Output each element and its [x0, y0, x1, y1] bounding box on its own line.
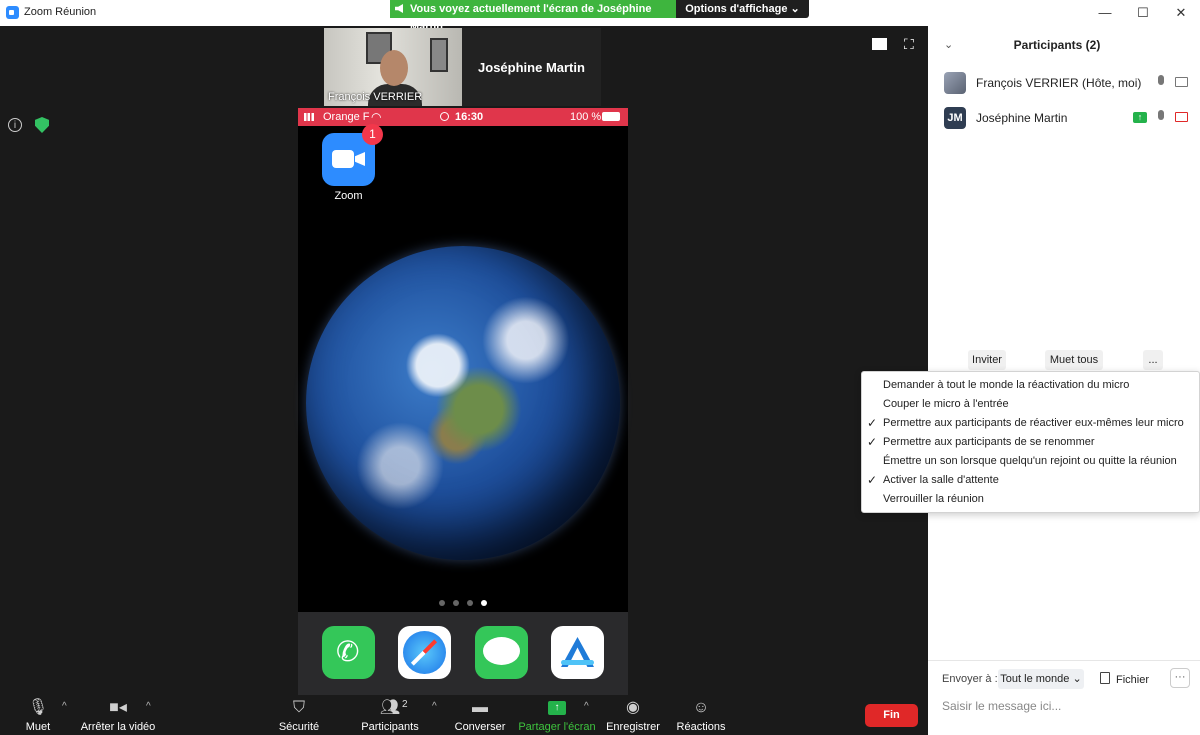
messages-app-icon[interactable]	[475, 626, 528, 679]
check-icon: ✓	[867, 416, 878, 430]
screen-share-icon	[395, 4, 403, 13]
page-dot	[467, 600, 473, 606]
participant-row[interactable]: JM Joséphine Martin ↑	[928, 101, 1200, 135]
share-banner: Vous voyez actuellement l'écran de Josép…	[390, 0, 676, 33]
security-button[interactable]: ⛉ Sécurité	[276, 695, 322, 735]
participant-row[interactable]: François VERRIER (Hôte, moi)	[928, 66, 1200, 100]
window-title: Zoom Réunion	[24, 6, 97, 18]
chevron-down-icon: ⌄	[1072, 673, 1082, 685]
thumbnail-name: François VERRIER	[328, 91, 423, 103]
layout-icon[interactable]	[872, 38, 887, 50]
page-dot	[453, 600, 459, 606]
chat-message-input[interactable]	[942, 696, 1192, 716]
chat-bubble-icon: ▬	[472, 699, 488, 716]
mute-options-chevron-icon[interactable]: ^	[62, 701, 67, 712]
recording-icon	[440, 112, 449, 121]
participant-name: Joséphine Martin	[976, 111, 1068, 125]
menu-item-waiting-room[interactable]: ✓ Activer la salle d'attente	[862, 471, 1199, 490]
notification-badge: 1	[362, 124, 383, 145]
divider	[928, 660, 1200, 661]
avatar: JM	[944, 107, 966, 129]
app-label: Zoom	[334, 190, 363, 202]
carrier-text: Orange F	[323, 111, 370, 123]
maximize-button[interactable]: ☐	[1134, 4, 1152, 22]
participant-avatar	[380, 50, 408, 86]
participants-count: 2	[402, 699, 408, 710]
check-icon: ✓	[867, 435, 878, 449]
video-off-icon[interactable]	[1175, 112, 1188, 122]
meeting-toolbar: 🎙︎ Muet ^ ■◂ Arrêter la vidéo ^ ⛉ Sécuri…	[0, 695, 928, 735]
battery-text: 100 %	[570, 111, 602, 123]
microphone-icon[interactable]	[1158, 110, 1164, 120]
participants-icon: 👥︎	[379, 699, 401, 716]
file-button[interactable]: Fichier	[1100, 672, 1149, 686]
emoji-icon: ☺	[692, 699, 710, 716]
participant-name: François VERRIER (Hôte, moi)	[976, 76, 1142, 90]
microphone-icon: 🎙︎	[27, 699, 49, 716]
app-icon[interactable]	[551, 626, 604, 679]
screen-share-icon: ↑	[1133, 112, 1147, 123]
zoom-logo-icon	[6, 6, 19, 19]
menu-item-lock-meeting[interactable]: Verrouiller la réunion	[862, 490, 1199, 509]
menu-item-play-sound[interactable]: Émettre un son lorsque quelqu'un rejoint…	[862, 452, 1199, 471]
participants-options-chevron-icon[interactable]: ^	[432, 701, 437, 712]
collapse-chevron-icon[interactable]: ⌄	[944, 38, 953, 51]
avatar	[944, 72, 966, 94]
mute-button[interactable]: 🎙︎ Muet	[18, 695, 58, 735]
phone-time: 16:30	[455, 111, 484, 123]
battery-icon	[602, 112, 620, 121]
earth-wallpaper	[306, 246, 620, 560]
video-camera-icon: ■◂	[109, 699, 127, 716]
fullscreen-icon[interactable]: ⛶	[904, 37, 916, 51]
video-camera-icon[interactable]	[1175, 77, 1188, 87]
mute-all-button[interactable]: Muet tous	[1045, 350, 1103, 370]
page-dot-active	[481, 600, 487, 606]
participants-button[interactable]: 👥︎ 2 Participants	[360, 695, 420, 735]
stop-video-button[interactable]: ■◂ Arrêter la vidéo	[80, 695, 156, 735]
recipient-select[interactable]: Tout le monde ⌄	[998, 669, 1084, 689]
record-button[interactable]: ◉ Enregistrer	[604, 695, 662, 735]
phone-status-bar: Orange F ◠ 16:30 100 %	[298, 108, 628, 126]
chat-button[interactable]: ▬ Converser	[454, 695, 506, 735]
video-options-chevron-icon[interactable]: ^	[146, 701, 151, 712]
view-options-button[interactable]: Options d'affichage ⌄	[676, 0, 809, 18]
panel-title: Participants (2)	[1013, 38, 1101, 52]
send-to-label: Envoyer à :	[942, 673, 998, 685]
video-thumbnail[interactable]: François VERRIER	[324, 28, 462, 106]
check-icon: ✓	[867, 473, 878, 487]
minimize-button[interactable]: —	[1096, 4, 1114, 22]
invite-button[interactable]: Inviter	[968, 350, 1006, 370]
menu-item-allow-rename[interactable]: ✓ Permettre aux participants de se renom…	[862, 433, 1199, 452]
menu-item-allow-self-unmute[interactable]: ✓ Permettre aux participants de réactive…	[862, 414, 1199, 433]
menu-item-mute-on-entry[interactable]: Couper le micro à l'entrée	[862, 395, 1199, 414]
reactions-button[interactable]: ☺ Réactions	[674, 695, 728, 735]
file-icon	[1100, 672, 1110, 684]
thumbnail-name: Joséphine Martin	[478, 60, 585, 75]
security-shield-icon: ⛉	[292, 699, 306, 716]
info-icon[interactable]: i	[8, 118, 22, 132]
more-options-button[interactable]: ...	[1143, 350, 1163, 370]
participants-options-menu: Demander à tout le monde la réactivation…	[861, 371, 1200, 513]
close-button[interactable]: ✕	[1172, 4, 1190, 22]
share-options-chevron-icon[interactable]: ^	[584, 701, 589, 712]
video-thumbnail[interactable]: Joséphine Martin	[462, 28, 601, 106]
record-icon: ◉	[626, 699, 640, 716]
end-meeting-button[interactable]: Fin	[865, 704, 918, 727]
phone-app-icon[interactable]: ✆	[322, 626, 375, 679]
chat-more-button[interactable]: ···	[1170, 668, 1190, 688]
menu-item-ask-unmute[interactable]: Demander à tout le monde la réactivation…	[862, 376, 1199, 395]
share-screen-icon: ↑	[548, 701, 566, 715]
page-dot	[439, 600, 445, 606]
safari-app-icon[interactable]	[398, 626, 451, 679]
signal-icon	[304, 113, 314, 121]
microphone-icon[interactable]	[1158, 75, 1164, 85]
